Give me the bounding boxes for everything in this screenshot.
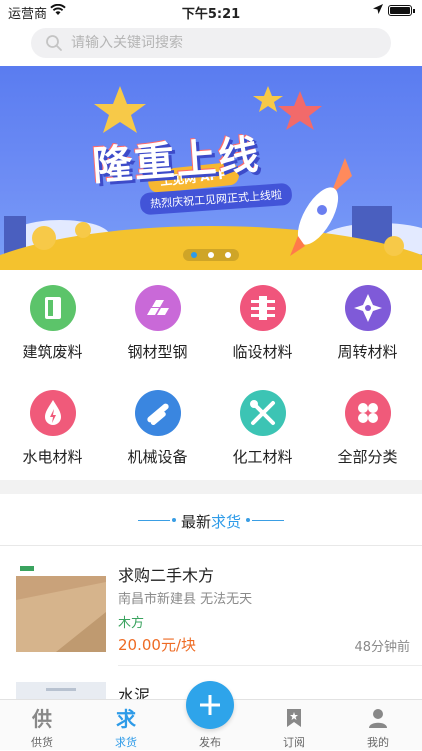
category-label: 周转材料 xyxy=(337,343,398,361)
category-label: 钢材型钢 xyxy=(127,343,188,361)
tab-label: 供货 xyxy=(31,736,53,749)
section-title-prefix: 最新 xyxy=(180,513,211,531)
category-label: 建筑废料 xyxy=(22,343,83,361)
machinery-icon xyxy=(135,390,181,436)
banner-page-indicator[interactable] xyxy=(183,249,239,261)
svg-text:供: 供 xyxy=(31,707,52,730)
svg-text:求: 求 xyxy=(116,707,137,730)
listing-item[interactable]: 求购二手木方 南昌市新建县 无法无天 木方 20.00元/块 48分钟前 xyxy=(0,546,422,666)
chemical-tools-icon xyxy=(240,390,286,436)
listing-location: 南昌市新建县 无法无天 xyxy=(118,592,253,607)
all-categories-icon xyxy=(345,390,391,436)
page-dot[interactable] xyxy=(208,252,214,258)
section-separator xyxy=(0,480,422,494)
category-turnover[interactable]: 周转材料 xyxy=(315,270,420,370)
page-dot[interactable] xyxy=(225,252,231,258)
category-chemical[interactable]: 化工材料 xyxy=(210,375,315,475)
category-grid: 建筑废料 钢材型钢 临设材料 周转材料 水电材料 机械设备 化工材料 全部分类 xyxy=(0,270,422,480)
listing-kind: 木方 xyxy=(118,616,145,631)
plus-icon xyxy=(200,695,220,715)
listing-title: 求购二手木方 xyxy=(118,566,215,585)
category-machinery[interactable]: 机械设备 xyxy=(105,375,210,475)
steel-bar-icon xyxy=(135,285,181,331)
user-icon xyxy=(366,706,390,730)
publish-button[interactable] xyxy=(186,681,234,729)
battery-icon xyxy=(388,5,415,16)
status-bar: 运营商 下午5:21 xyxy=(0,0,422,22)
temp-facility-icon xyxy=(240,285,286,331)
tab-label: 订阅 xyxy=(283,736,305,749)
category-steel[interactable]: 钢材型钢 xyxy=(105,270,210,370)
category-label: 临设材料 xyxy=(232,343,293,361)
category-label: 化工材料 xyxy=(232,448,293,466)
tab-mine[interactable]: 我的 xyxy=(336,700,420,751)
category-label: 机械设备 xyxy=(127,448,188,466)
demand-tab-icon: 求 xyxy=(114,706,138,731)
section-title: 最新求货 xyxy=(0,508,422,532)
category-all[interactable]: 全部分类 xyxy=(315,375,420,475)
category-water-electric[interactable]: 水电材料 xyxy=(0,375,105,475)
clock-time: 下午5:21 xyxy=(181,7,241,22)
category-label: 水电材料 xyxy=(22,448,83,466)
turnover-icon xyxy=(345,285,391,331)
section-title-accent: 求货 xyxy=(211,513,242,531)
section-title-text: 最新求货 xyxy=(0,511,422,532)
tab-label: 我的 xyxy=(367,736,389,749)
supply-tab-icon: 供 xyxy=(30,706,54,731)
water-electric-icon xyxy=(30,390,76,436)
search-bar[interactable] xyxy=(31,28,391,58)
category-label: 全部分类 xyxy=(337,448,398,466)
listing-price: 20.00元/块 xyxy=(118,636,196,654)
building-waste-icon xyxy=(30,285,76,331)
tab-label: 发布 xyxy=(199,736,221,749)
tab-supply[interactable]: 供 供货 xyxy=(0,700,84,751)
category-temp-facility[interactable]: 临设材料 xyxy=(210,270,315,370)
listing-time-ago: 48分钟前 xyxy=(354,640,410,655)
location-arrow-icon xyxy=(372,3,384,19)
bookmark-icon xyxy=(282,706,306,730)
tab-demand[interactable]: 求 求货 xyxy=(84,700,168,751)
tab-label: 求货 xyxy=(115,736,137,749)
listing-thumbnail xyxy=(16,562,106,652)
tab-subscribe[interactable]: 订阅 xyxy=(252,700,336,751)
promo-banner[interactable]: 工见网 APP 隆重上线 热烈庆祝工见网正式上线啦 xyxy=(0,66,422,270)
search-input[interactable] xyxy=(71,28,371,58)
page-dot-active[interactable] xyxy=(191,252,197,258)
title-deco-right xyxy=(246,518,284,522)
category-building-waste[interactable]: 建筑废料 xyxy=(0,270,105,370)
banner-headline: 隆重上线 xyxy=(90,132,262,190)
listing-thumbnail xyxy=(16,682,106,700)
listing-title: 水泥 xyxy=(118,686,151,700)
search-icon xyxy=(45,34,63,56)
